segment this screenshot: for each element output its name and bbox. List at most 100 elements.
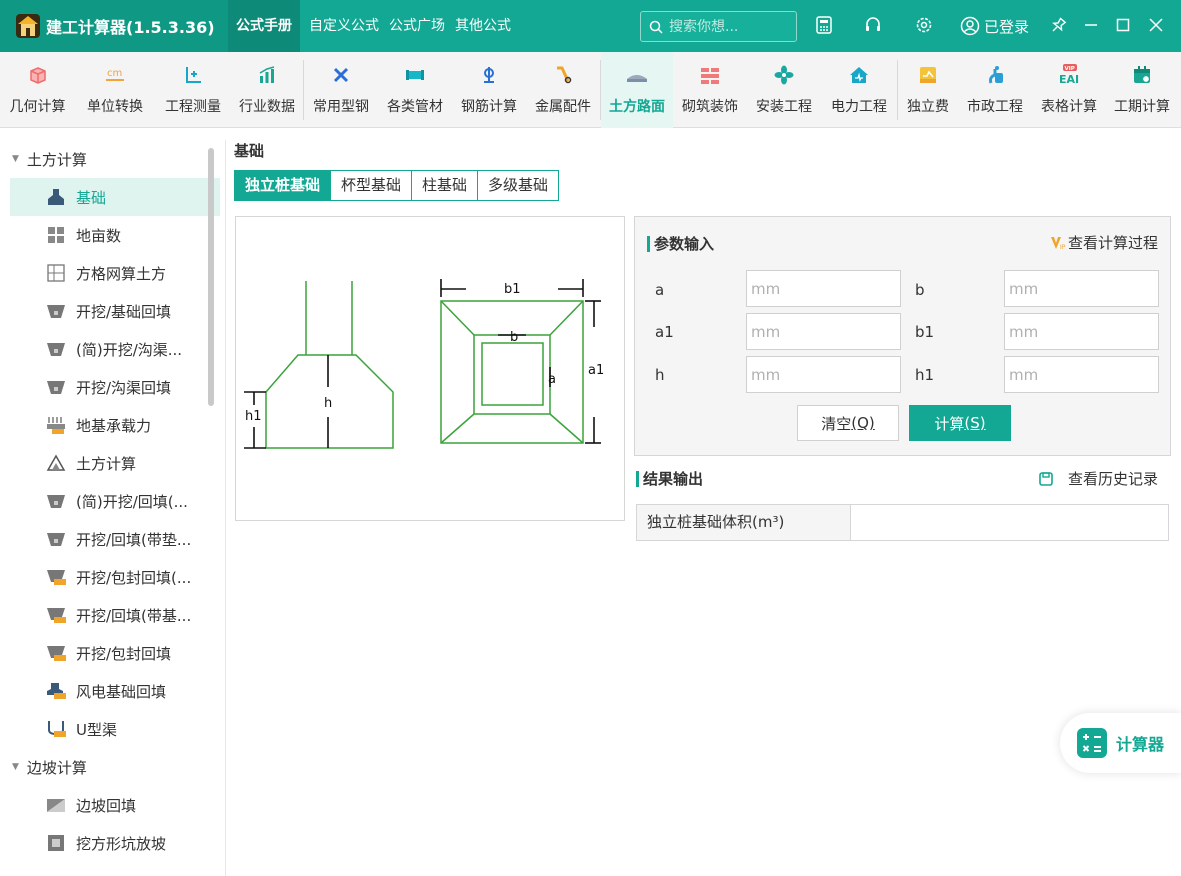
maximize-icon[interactable] [1112,14,1134,36]
tool-steel[interactable]: 常用型钢 [304,52,378,128]
cm-icon: cm [103,64,127,86]
sidebar-item-label: 开挖/包封回填 [76,644,172,663]
nav-formula-manual[interactable]: 公式手册 [228,0,300,52]
tool-installation[interactable]: 安装工程 [747,52,821,128]
sidebar-item[interactable]: 风电基础回填 [10,672,220,710]
tool-rebar[interactable]: 钢筋计算 [452,52,526,128]
mountain-icon [46,453,66,473]
tool-pipes[interactable]: 各类管材 [378,52,452,128]
param-input-a1[interactable] [746,313,901,350]
sidebar-item[interactable]: 土方计算 [10,444,220,482]
nav-other-formula[interactable]: 其他公式 [450,0,516,52]
sidebar-item-label: 地基承载力 [76,416,152,435]
history-link[interactable]: 查看历史记录 [1038,468,1158,489]
login-status[interactable]: 已登录 [960,0,1029,52]
sidebar-item[interactable]: 挖方形坑放坡 [10,824,220,862]
sidebar-item-label: (简)开挖/沟渠... [76,340,183,359]
param-heading: 参数输入 [647,233,714,254]
tab-cup-foundation[interactable]: 杯型基础 [331,171,413,200]
tool-masonry[interactable]: 砌筑装饰 [673,52,747,128]
sidebar-item[interactable]: 开挖/基础回填 [10,292,220,330]
sidebar-item[interactable]: 地亩数 [10,216,220,254]
close-icon[interactable] [1145,14,1167,36]
sidebar-item[interactable]: U型渠 [10,710,220,748]
tool-industry-data[interactable]: 行业数据 [231,52,303,128]
sidebar-item[interactable]: 地基承载力 [10,406,220,444]
tree-group-earthwork[interactable]: ▼ 土方计算 [0,140,222,178]
tab-multilevel-foundation[interactable]: 多级基础 [478,171,559,200]
view-process-link[interactable]: IP 查看计算过程 [1050,232,1158,253]
result-heading: 结果输出 [636,468,703,489]
sidebar-item[interactable]: (简)开挖/沟渠... [10,330,220,368]
nav-custom-formula[interactable]: 自定义公式 [304,0,384,52]
param-input-b1[interactable] [1004,313,1159,350]
tree-group-slope[interactable]: ▼ 边坡计算 [0,748,222,786]
tool-municipal[interactable]: 市政工程 [958,52,1032,128]
pin-icon[interactable] [1048,14,1070,36]
sidebar-item[interactable]: 开挖/回填(带基... [10,596,220,634]
vip-wind-icon [46,681,66,701]
sidebar-item[interactable]: 基础 [10,178,220,216]
tool-power[interactable]: 电力工程 [821,52,897,128]
tab-independent-pile[interactable]: 独立桩基础 [235,171,332,200]
calculate-button[interactable]: 计算 (S) [909,405,1011,441]
sidebar-item-label: (简)开挖/回填(... [76,492,188,511]
sidebar-item-label: 开挖/沟渠回填 [76,378,172,397]
sidebar-divider [225,140,226,876]
sidebar-item[interactable]: (简)开挖/回填(... [10,482,220,520]
sidebar-item[interactable]: 开挖/包封回填(... [10,558,220,596]
app-logo-icon [16,14,40,38]
calendar-icon [1130,64,1154,86]
sidebar-scrollbar[interactable] [208,148,214,406]
tool-geometry[interactable]: 几何计算 [0,52,75,128]
sidebar-item[interactable]: 开挖/回填(带垫... [10,520,220,558]
clear-button[interactable]: 清空 (Q) [797,405,899,441]
param-input-b[interactable] [1004,270,1159,307]
foundation-icon [46,187,66,207]
tool-unit-convert[interactable]: cm 单位转换 [75,52,155,128]
slope-icon [46,795,66,815]
sidebar-item[interactable]: 方格网算土方 [10,254,220,292]
tool-independent-fee[interactable]: 独立费 [898,52,958,128]
sidebar-item-label: 边坡回填 [76,796,137,815]
trench-icon [46,529,66,549]
tool-table-calc[interactable]: VIP EAI 表格计算 [1032,52,1106,128]
tool-survey[interactable]: 工程测量 [155,52,231,128]
faucet-icon [983,64,1007,86]
sidebar-item[interactable]: 开挖/包封回填 [10,634,220,672]
floating-calculator-button[interactable]: 计算器 [1060,713,1181,773]
sidebar-item[interactable]: 开挖/沟渠回填 [10,368,220,406]
sidebar-item-label: 开挖/回填(带垫... [76,530,192,549]
tab-column-foundation[interactable]: 柱基础 [412,171,479,200]
search-input[interactable] [669,18,789,35]
sidebar-item-label: 土方计算 [76,454,137,473]
app-title: 建工计算器(1.5.3.36) [46,18,215,37]
sidebar-item-label: 地亩数 [76,226,122,245]
sidebar-item-label: 风电基础回填 [76,682,167,701]
rebar-icon [477,64,501,86]
param-input-h[interactable] [746,356,901,393]
vip-load-icon [46,415,66,435]
calculator-icon[interactable] [813,14,835,36]
param-input-h1[interactable] [1004,356,1159,393]
tool-metal-parts[interactable]: 金属配件 [526,52,600,128]
login-label: 已登录 [984,17,1030,36]
sidebar-item[interactable]: 边坡回填 [10,786,220,824]
result-table: 独立桩基础体积(m³) [636,504,1169,541]
minimize-icon[interactable] [1080,14,1102,36]
sidebar-item-label: 开挖/包封回填(... [76,568,192,587]
nav-formula-square[interactable]: 公式广场 [384,0,450,52]
param-label-a1: a1 [655,323,674,341]
svg-text:EAI: EAI [1059,73,1079,86]
settings-icon[interactable] [913,14,935,36]
tool-earthwork-road[interactable]: 土方路面 [601,52,673,128]
search-box[interactable] [640,11,797,42]
headset-icon[interactable] [862,14,884,36]
save-icon [1039,471,1053,486]
tools-icon [329,64,353,86]
brick-icon [698,64,722,86]
bar-chart-icon [255,64,279,86]
param-input-a[interactable] [746,270,901,307]
tool-schedule[interactable]: 工期计算 [1106,52,1178,128]
caret-down-icon: ▼ [12,154,19,164]
